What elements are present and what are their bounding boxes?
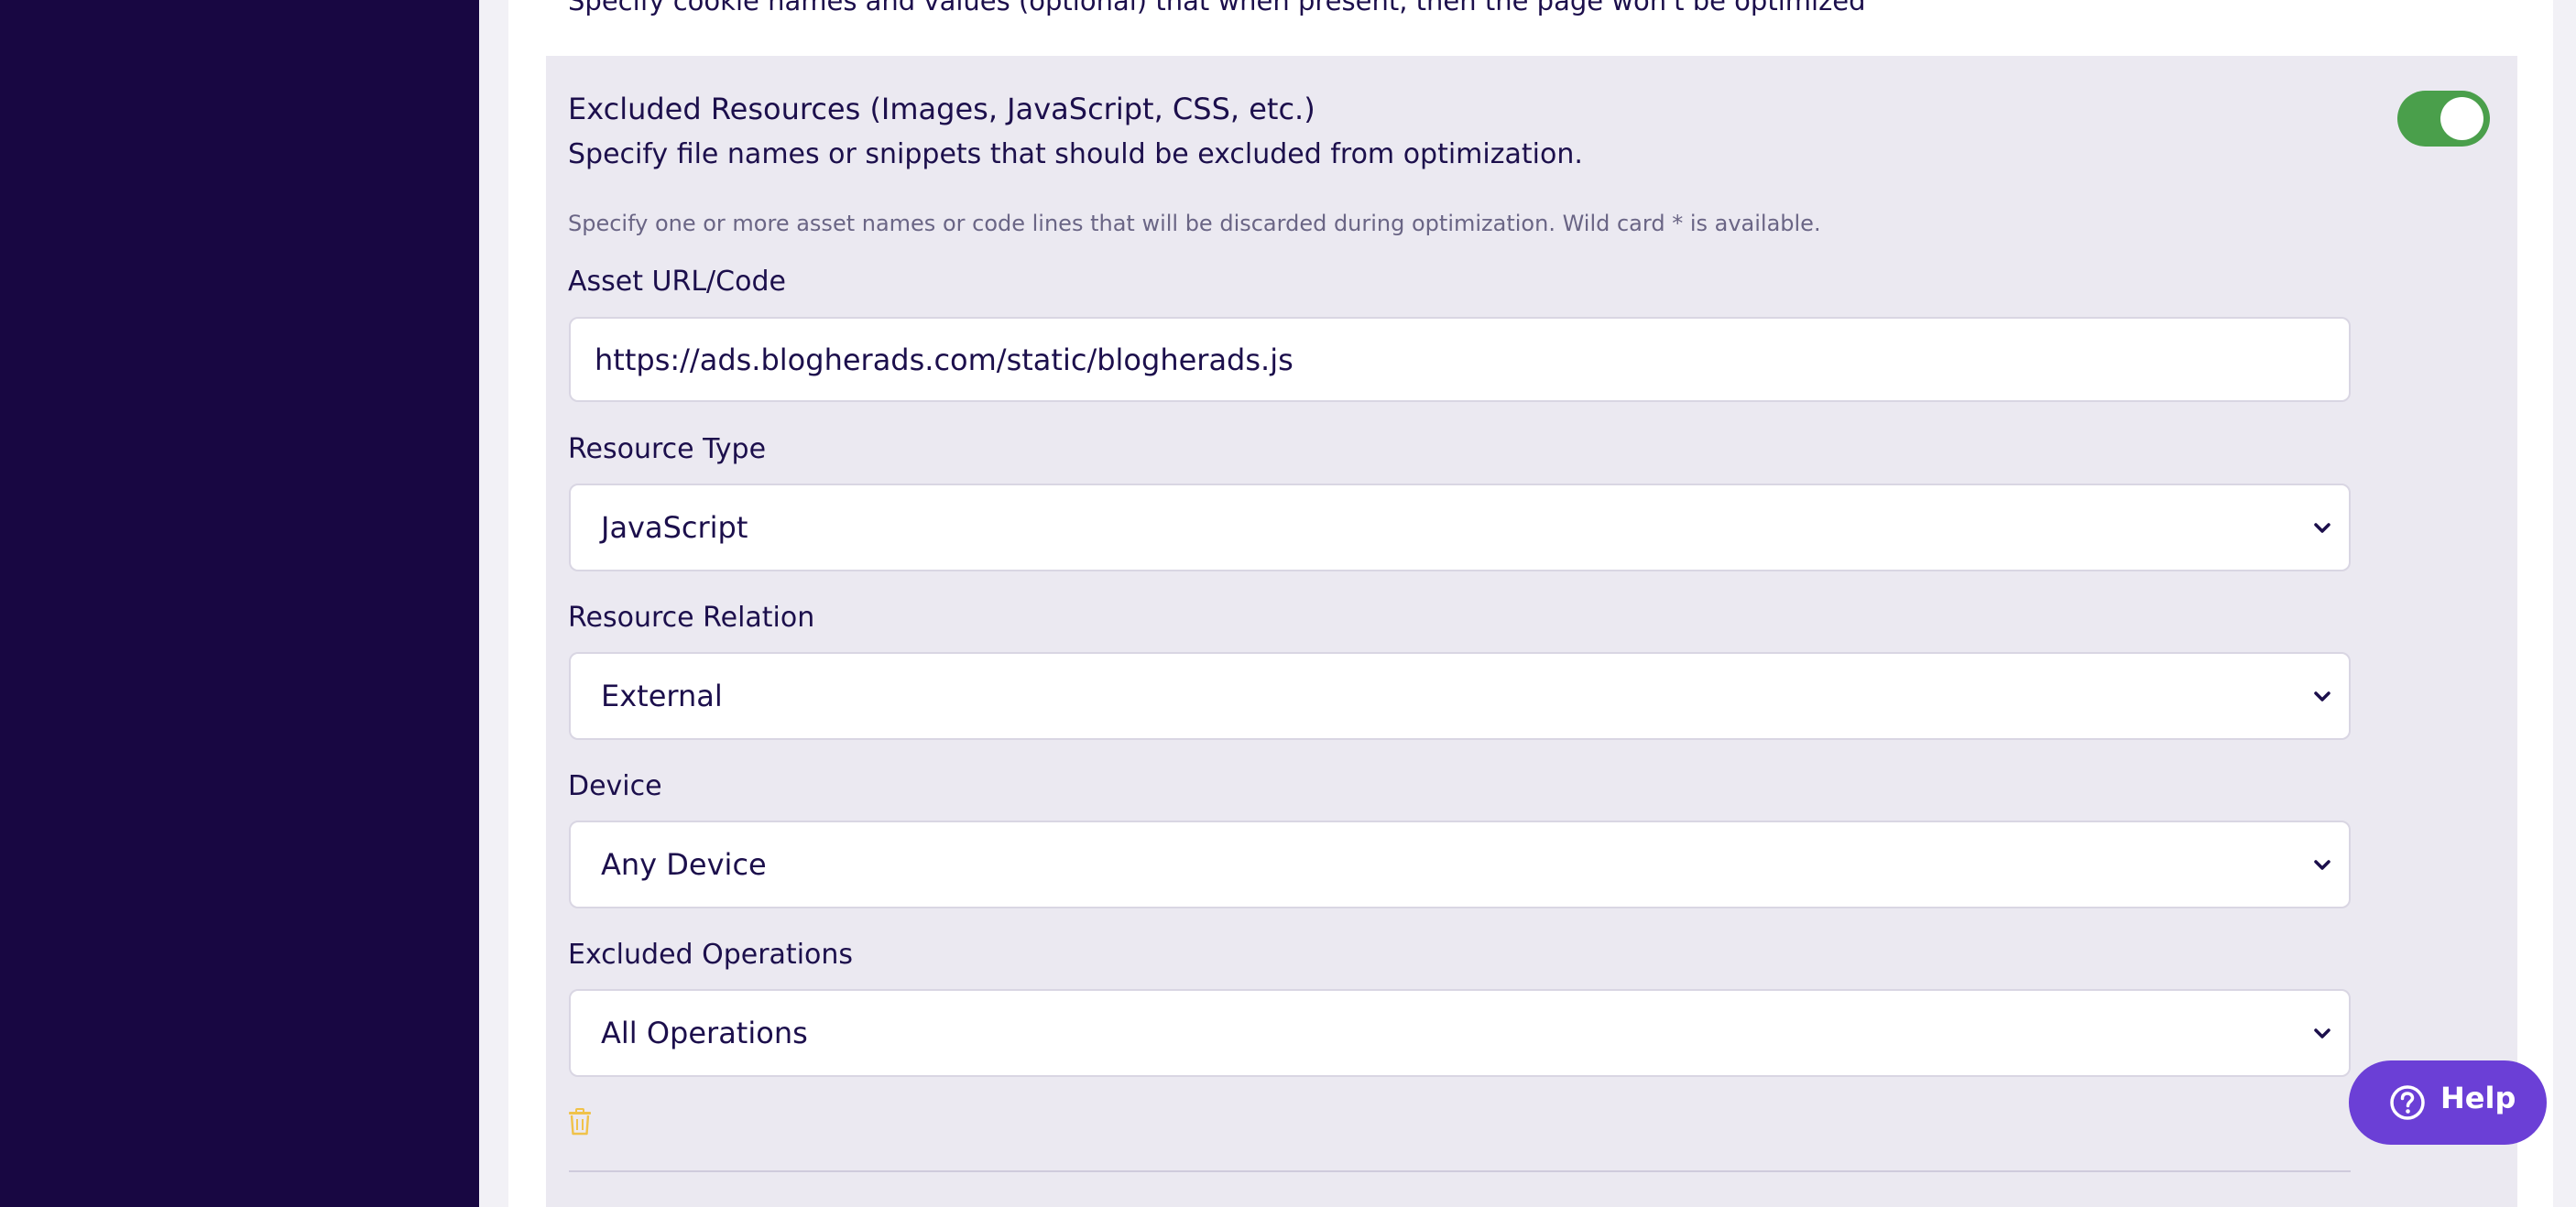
- section-hint: Specify one or more asset names or code …: [568, 211, 1821, 236]
- cookie-section-description: Specify cookie names and values (optiona…: [568, 0, 1866, 16]
- trash-icon[interactable]: [568, 1108, 592, 1136]
- resource-type-value: JavaScript: [601, 510, 748, 545]
- help-button[interactable]: Help: [2349, 1060, 2547, 1145]
- resource-relation-value: External: [601, 679, 723, 713]
- resource-relation-select[interactable]: External: [569, 652, 2351, 740]
- chevron-down-icon: [2314, 1028, 2330, 1038]
- excluded-operations-select[interactable]: All Operations: [569, 989, 2351, 1077]
- help-label: Help: [2440, 1081, 2516, 1115]
- divider: [569, 1170, 2351, 1172]
- excluded-operations-label: Excluded Operations: [568, 939, 854, 971]
- asset-url-input[interactable]: https://ads.blogherads.com/static/bloghe…: [569, 317, 2351, 402]
- chevron-down-icon: [2314, 860, 2330, 870]
- resource-type-label: Resource Type: [568, 433, 767, 465]
- resource-relation-label: Resource Relation: [568, 602, 815, 634]
- excluded-operations-value: All Operations: [601, 1016, 808, 1050]
- chevron-down-icon: [2314, 691, 2330, 701]
- device-select[interactable]: Any Device: [569, 821, 2351, 908]
- asset-url-value: https://ads.blogherads.com/static/bloghe…: [595, 342, 1293, 377]
- excluded-resources-toggle[interactable]: [2397, 91, 2490, 147]
- section-subtitle: Specify file names or snippets that shou…: [568, 138, 1583, 170]
- device-label: Device: [568, 770, 662, 802]
- section-title: Excluded Resources (Images, JavaScript, …: [568, 92, 1315, 126]
- chevron-down-icon: [2314, 523, 2330, 533]
- toggle-knob: [2440, 97, 2483, 140]
- device-value: Any Device: [601, 847, 767, 882]
- sidebar: [0, 0, 479, 1207]
- resource-type-select[interactable]: JavaScript: [569, 484, 2351, 571]
- question-circle-icon: [2390, 1085, 2425, 1120]
- asset-url-label: Asset URL/Code: [568, 266, 786, 298]
